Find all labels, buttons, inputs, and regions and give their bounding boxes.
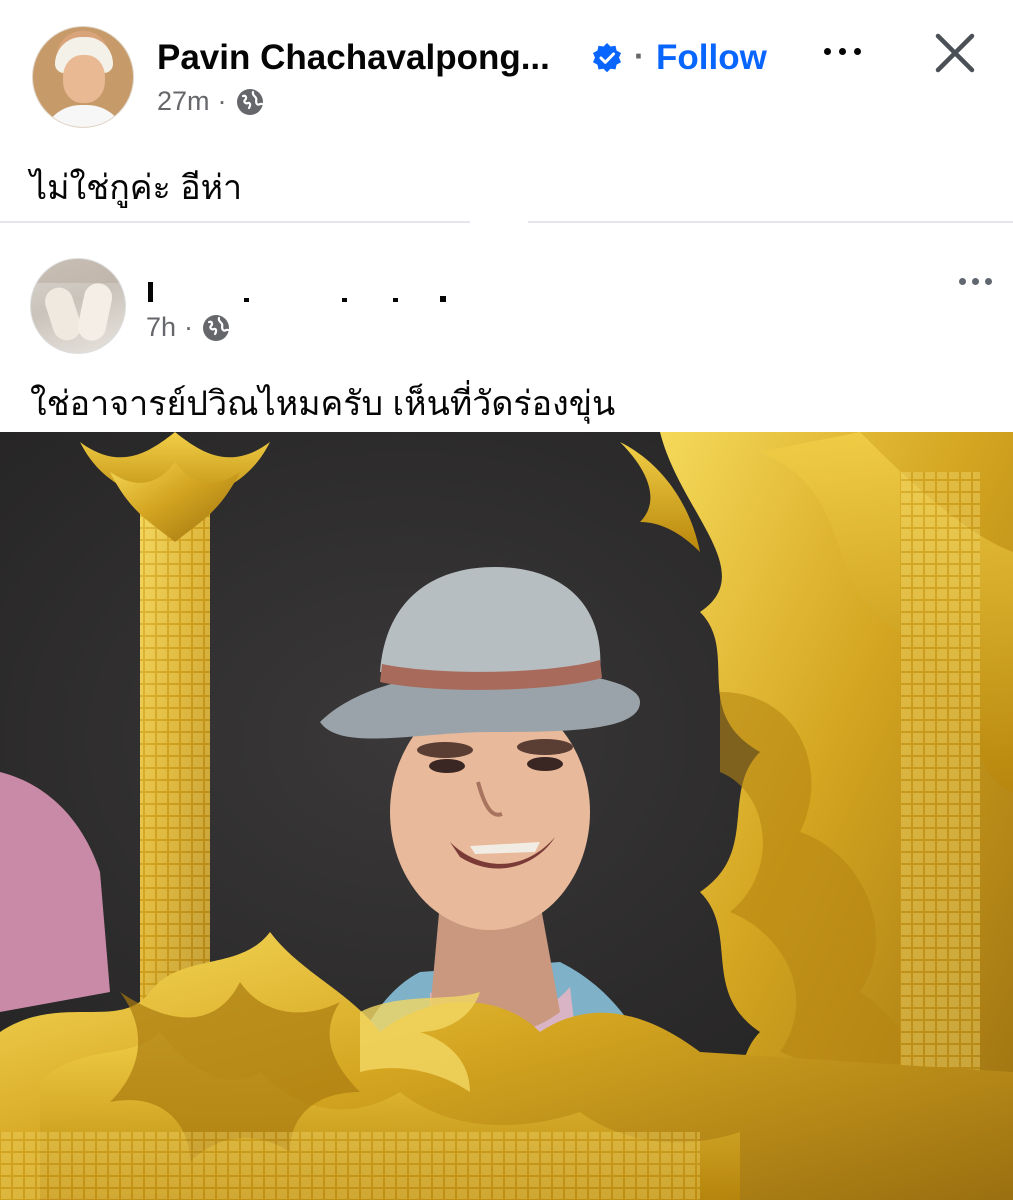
verified-badge-icon bbox=[593, 43, 621, 73]
close-icon[interactable] bbox=[932, 30, 978, 76]
post-meta: 27m · bbox=[157, 86, 265, 117]
shared-more-options-icon[interactable] bbox=[955, 272, 997, 292]
author-avatar[interactable] bbox=[32, 26, 134, 128]
shared-author-avatar[interactable] bbox=[30, 258, 126, 354]
author-name[interactable]: Pavin Chachavalpong... bbox=[157, 38, 550, 78]
name-separator: · bbox=[634, 38, 645, 74]
shared-post[interactable]: 7h · ใช่อาจารย์ปวิณไหมครับ เห็นที่วัดร่อ… bbox=[0, 224, 1013, 1200]
shared-meta-separator: · bbox=[184, 312, 194, 342]
follow-button[interactable]: Follow bbox=[656, 38, 767, 78]
more-options-icon[interactable] bbox=[820, 36, 866, 66]
painting-illustration bbox=[0, 432, 1013, 1200]
post-text: ไม่ใช่กูค่ะ อีห่า bbox=[30, 169, 243, 207]
shared-post-timestamp[interactable]: 7h bbox=[146, 312, 176, 343]
globe-icon bbox=[203, 314, 230, 341]
post-timestamp[interactable]: 27m bbox=[157, 86, 210, 117]
shared-post-text: ใช่อาจารย์ปวิณไหมครับ เห็นที่วัดร่องขุ่น bbox=[30, 385, 616, 423]
post-header: Pavin Chachavalpong... · Follow 27m · bbox=[0, 0, 1013, 140]
meta-separator: · bbox=[217, 86, 227, 116]
redacted-author-name bbox=[148, 280, 478, 302]
globe-icon bbox=[236, 88, 263, 115]
shared-post-meta: 7h · bbox=[146, 312, 231, 343]
shared-post-photo[interactable] bbox=[0, 432, 1013, 1200]
